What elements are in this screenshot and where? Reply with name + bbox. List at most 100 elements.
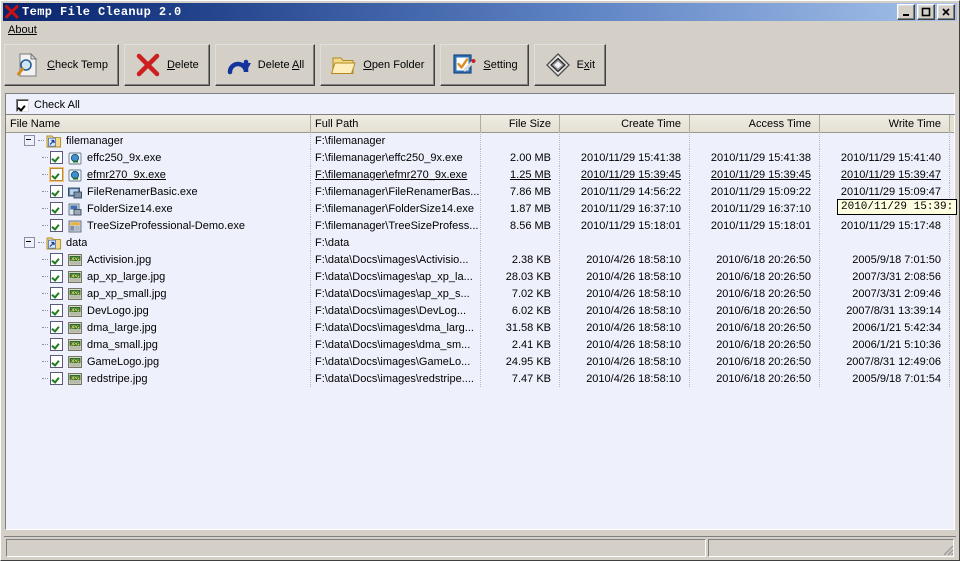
menu-item-about[interactable]: About — [3, 23, 43, 37]
tree-connector — [42, 378, 48, 380]
table-row[interactable]: FileRenamerBasic.exeF:\filemanager\FileR… — [6, 183, 954, 200]
cell-access: 2010/11/29 15:18:01 — [690, 217, 820, 234]
file-name-text: ap_xp_small.jpg — [87, 288, 167, 300]
tree-connector — [42, 259, 48, 261]
column-header-size[interactable]: File Size — [481, 115, 560, 132]
column-header-write[interactable]: Write Time — [820, 115, 950, 132]
resize-grip[interactable] — [940, 542, 954, 556]
check-temp-button[interactable]: Check Temp — [4, 44, 119, 86]
table-row[interactable]: JPGap_xp_large.jpgF:\data\Docs\images\ap… — [6, 268, 954, 285]
jpg-icon: JPG — [67, 252, 83, 268]
status-panel-right — [708, 539, 954, 557]
row-checkbox[interactable] — [50, 168, 63, 181]
cell-create: 2010/11/29 15:39:45 — [560, 166, 690, 183]
tree-expander-collapse-icon[interactable] — [24, 237, 35, 248]
row-checkbox[interactable] — [50, 219, 63, 232]
row-checkbox[interactable] — [50, 304, 63, 317]
row-checkbox[interactable] — [50, 287, 63, 300]
column-header-path[interactable]: Full Path — [311, 115, 481, 132]
open-folder-button[interactable]: Open Folder — [320, 44, 435, 86]
column-header-name[interactable]: File Name — [6, 115, 311, 132]
cell-size: 6.02 KB — [481, 302, 560, 319]
cell-size: 2.38 KB — [481, 251, 560, 268]
minimize-button[interactable] — [897, 4, 915, 20]
cell-name: filemanager — [6, 132, 311, 149]
cell-path: F:\data\Docs\images\GameLo... — [311, 353, 481, 370]
cell-write: 2010/11/29 15:09:47 — [820, 183, 950, 200]
check-all-label: Check All — [34, 99, 80, 111]
svg-text:JPG: JPG — [70, 290, 80, 295]
row-checkbox[interactable] — [50, 372, 63, 385]
table-row[interactable]: JPGDevLogo.jpgF:\data\Docs\images\DevLog… — [6, 302, 954, 319]
table-row[interactable]: FolderSize14.exeF:\filemanager\FolderSiz… — [6, 200, 954, 217]
exit-button[interactable]: Exit — [534, 44, 606, 86]
tree-connector — [42, 344, 48, 346]
cell-size: 2.41 KB — [481, 336, 560, 353]
row-checkbox[interactable] — [50, 202, 63, 215]
table-row[interactable]: effc250_9x.exeF:\filemanager\effc250_9x.… — [6, 149, 954, 166]
jpg-icon: JPG — [67, 320, 83, 336]
jpg-icon: JPG — [67, 354, 83, 370]
cell-path: F:\filemanager\efmr270_9x.exe — [311, 166, 481, 183]
cell-name: JPGap_xp_large.jpg — [6, 268, 311, 285]
tree-connector — [42, 327, 48, 329]
cell-path: F:\filemanager\TreeSizeProfess... — [311, 217, 481, 234]
row-checkbox[interactable] — [50, 338, 63, 351]
cell-access: 2010/6/18 20:26:50 — [690, 353, 820, 370]
tree-expander-collapse-icon[interactable] — [24, 135, 35, 146]
row-checkbox[interactable] — [50, 185, 63, 198]
tooltip-text: 2010/11/29 15:39: — [841, 201, 953, 213]
cell-access: 2010/6/18 20:26:50 — [690, 319, 820, 336]
table-row[interactable]: TreeSizeProfessional-Demo.exe F:\filemana… — [6, 217, 954, 234]
table-row[interactable]: JPG dma_large.jpg F:\data\Docs\images\dma_… — [6, 319, 954, 336]
row-checkbox[interactable] — [50, 270, 63, 283]
column-header-access[interactable]: Access Time — [690, 115, 820, 132]
file-name-text: dma_small.jpg — [87, 339, 158, 351]
file-name-text: DevLogo.jpg — [87, 305, 149, 317]
table-row[interactable]: JPGGameLogo.jpgF:\data\Docs\images\GameL… — [6, 353, 954, 370]
cell-name: JPGdma_small.jpg — [6, 336, 311, 353]
cell-size: 24.95 KB — [481, 353, 560, 370]
file-name-text: TreeSizeProfessional-Demo.exe — [87, 220, 245, 232]
cell-create: 2010/11/29 15:41:38 — [560, 149, 690, 166]
file-list: File NameFull PathFile SizeCreate TimeAc… — [5, 115, 955, 530]
tree-connector — [42, 191, 48, 193]
tree-connector — [42, 225, 48, 227]
table-row[interactable]: efmr270_9x.exeF:\filemanager\efmr270_9x.… — [6, 166, 954, 183]
delete-button[interactable]: Delete — [124, 44, 210, 86]
diamond-icon — [545, 52, 571, 78]
cell-path: F:\filemanager — [311, 132, 481, 149]
setting-button[interactable]: Setting — [440, 44, 528, 86]
check-all-checkbox[interactable] — [16, 99, 29, 112]
tree-connector — [42, 276, 48, 278]
cell-access — [690, 234, 820, 251]
delete-all-label: Delete All — [258, 59, 304, 71]
tree-folder-row[interactable]: dataF:\data — [6, 234, 954, 251]
close-button[interactable] — [937, 4, 955, 20]
cell-create: 2010/4/26 18:58:10 — [560, 251, 690, 268]
folder-shortcut-icon — [46, 235, 62, 251]
delete-all-button[interactable]: Delete All — [215, 44, 315, 86]
column-header-create[interactable]: Create Time — [560, 115, 690, 132]
table-row[interactable]: JPGdma_small.jpgF:\data\Docs\images\dma_… — [6, 336, 954, 353]
row-checkbox[interactable] — [50, 151, 63, 164]
cell-path: F:\data\Docs\images\dma_larg... — [311, 319, 481, 336]
cell-write: 2006/1/21 5:42:34 — [820, 319, 950, 336]
table-row[interactable]: JPG ap_xp_small.jpg F:\data\Docs\images\ap… — [6, 285, 954, 302]
tree-folder-row[interactable]: filemanagerF:\filemanager — [6, 132, 954, 149]
cell-create: 2010/11/29 15:18:01 — [560, 217, 690, 234]
row-checkbox[interactable] — [50, 321, 63, 334]
maximize-button[interactable] — [917, 4, 935, 20]
table-row[interactable]: JPGActivision.jpgF:\data\Docs\images\Act… — [6, 251, 954, 268]
file-name-text: dma_large.jpg — [87, 322, 157, 334]
row-checkbox[interactable] — [50, 253, 63, 266]
app2-icon — [67, 201, 83, 217]
cell-path: F:\data\Docs\images\ap_xp_s... — [311, 285, 481, 302]
row-checkbox[interactable] — [50, 355, 63, 368]
cell-access: 2010/6/18 20:26:50 — [690, 268, 820, 285]
svg-text:JPG: JPG — [70, 256, 80, 261]
cell-create: 2010/4/26 18:58:10 — [560, 268, 690, 285]
blue-arrow-icon — [226, 52, 252, 78]
list-header: File NameFull PathFile SizeCreate TimeAc… — [6, 115, 954, 133]
table-row[interactable]: JPGredstripe.jpgF:\data\Docs\images\reds… — [6, 370, 954, 387]
